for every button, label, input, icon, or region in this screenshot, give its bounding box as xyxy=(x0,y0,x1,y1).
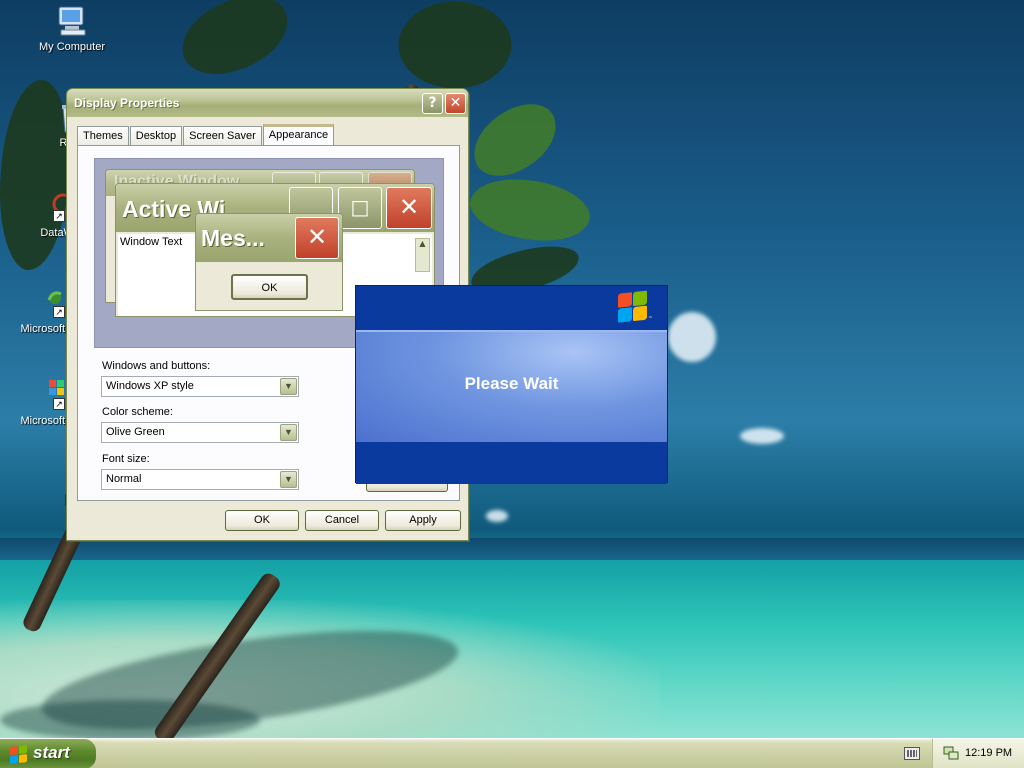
ok-button[interactable]: OK xyxy=(225,510,299,531)
wallpaper-cloud xyxy=(668,312,716,362)
please-wait-dialog: ™ Please Wait xyxy=(355,285,668,484)
windows-buttons-value: Windows XP style xyxy=(106,380,194,392)
network-icon[interactable] xyxy=(943,745,959,761)
font-size-select[interactable]: Normal ▼ xyxy=(101,469,299,490)
shortcut-arrow-icon: ↗ xyxy=(53,210,65,222)
shortcut-arrow-icon: ↗ xyxy=(53,306,65,318)
close-button[interactable]: ✕ xyxy=(445,93,466,114)
windows-logo-icon xyxy=(618,290,650,325)
start-label: start xyxy=(33,743,70,762)
microsoft-app-icon: ↗ xyxy=(31,286,65,320)
please-wait-divider xyxy=(356,330,667,332)
tab-themes[interactable]: Themes xyxy=(77,126,129,146)
chevron-down-icon[interactable]: ▼ xyxy=(280,424,297,441)
computer-icon xyxy=(55,4,89,38)
windows-buttons-label: Windows and buttons: xyxy=(102,360,211,372)
preview-message-close-icon: ✕ xyxy=(295,217,339,259)
palm-frond xyxy=(464,165,596,255)
chevron-down-icon[interactable]: ▼ xyxy=(280,378,297,395)
windows-flag-icon xyxy=(10,745,28,765)
wallpaper-shadow xyxy=(0,700,260,740)
color-scheme-label: Color scheme: xyxy=(102,406,173,418)
windows-buttons-select[interactable]: Windows XP style ▼ xyxy=(101,376,299,397)
window-title: Display Properties xyxy=(74,96,180,110)
preview-message-titlebar: Mes... ✕ xyxy=(196,214,342,262)
desktop-icon-label: My Computer xyxy=(38,41,106,53)
font-size-value: Normal xyxy=(106,473,142,485)
preview-message-box: Mes... ✕ OK xyxy=(195,213,343,311)
font-size-label: Font size: xyxy=(102,453,150,465)
preview-ok-button: OK xyxy=(231,274,308,300)
color-scheme-select[interactable]: Olive Green ▼ xyxy=(101,422,299,443)
microsoft-app-icon: ↗ xyxy=(31,378,65,412)
please-wait-message: Please Wait xyxy=(464,374,559,393)
trademark-mark: ™ xyxy=(648,316,653,322)
color-scheme-value: Olive Green xyxy=(106,426,165,438)
palm-frond xyxy=(172,0,298,84)
help-button[interactable]: ? xyxy=(422,93,443,114)
tab-strip: Themes Desktop Screen Saver Appearance xyxy=(77,124,335,146)
taskbar: start 12:19 PM xyxy=(0,738,1024,768)
keyboard-icon[interactable] xyxy=(904,747,920,760)
tab-screen-saver[interactable]: Screen Saver xyxy=(183,126,262,146)
palm-frond xyxy=(461,93,569,187)
please-wait-footer xyxy=(356,442,667,484)
preview-scrollbar: ▲ xyxy=(415,238,430,272)
help-icon: ? xyxy=(428,95,437,111)
preview-message-title: Mes... xyxy=(201,225,265,251)
scroll-up-icon: ▲ xyxy=(419,239,426,248)
tab-appearance[interactable]: Appearance xyxy=(262,124,335,146)
apply-button[interactable]: Apply xyxy=(385,510,461,531)
clock[interactable]: 12:19 PM xyxy=(965,747,1012,759)
cancel-button[interactable]: Cancel xyxy=(305,510,379,531)
chevron-down-icon[interactable]: ▼ xyxy=(280,471,297,488)
tab-desktop[interactable]: Desktop xyxy=(129,126,183,146)
start-button[interactable]: start xyxy=(0,739,96,768)
preview-maximize-icon: □ xyxy=(338,187,382,229)
wallpaper-cloud xyxy=(740,428,784,444)
wallpaper-cloud xyxy=(486,510,508,522)
close-icon: ✕ xyxy=(449,95,462,111)
preview-window-text: Window Text xyxy=(120,236,183,248)
window-titlebar[interactable]: Display Properties ? ✕ xyxy=(67,89,468,117)
shortcut-arrow-icon: ↗ xyxy=(53,398,65,410)
preview-close-icon: ✕ xyxy=(386,187,432,229)
desktop-icon-my-computer[interactable]: My Computer xyxy=(34,4,110,53)
please-wait-header: ™ xyxy=(356,286,667,330)
